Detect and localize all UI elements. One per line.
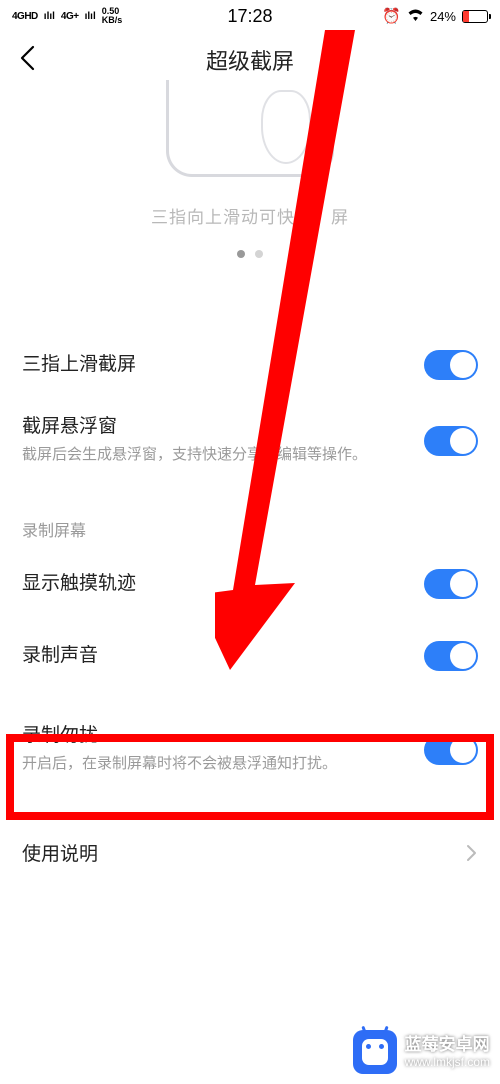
row-record-audio[interactable]: 录制声音	[0, 623, 500, 689]
row-record-dnd[interactable]: 录制勿扰 开启后，在录制屏幕时将不会被悬浮通知打扰。	[0, 707, 500, 790]
watermark-url: www.lmkjsf.com	[405, 1055, 490, 1069]
gesture-caption: 三指向上滑动可快速录屏	[151, 203, 349, 228]
toggle-record-dnd[interactable]	[424, 735, 478, 765]
back-button[interactable]	[18, 44, 38, 77]
status-left: 4GHD ılıl 4G+ ılıl 0.50KB/s	[12, 7, 122, 25]
signal-2-icon: ılıl	[85, 11, 96, 22]
phone-outline-graphic	[166, 80, 334, 177]
row-label: 录制勿扰	[22, 721, 412, 751]
row-label: 使用说明	[22, 840, 454, 870]
row-label: 截屏悬浮窗	[22, 412, 412, 442]
status-time: 17:28	[227, 6, 272, 27]
row-desc: 截屏后会生成悬浮窗，支持快速分享、编辑等操作。	[22, 444, 412, 467]
toggle-three-finger-swipe[interactable]	[424, 350, 478, 380]
chevron-right-icon	[466, 842, 478, 868]
row-usage-guide[interactable]: 使用说明	[0, 822, 500, 888]
row-label: 显示触摸轨迹	[22, 569, 412, 599]
row-touch-trace[interactable]: 显示触摸轨迹	[0, 551, 500, 617]
network-1-label: 4GHD	[12, 11, 38, 22]
gesture-illustration[interactable]: 三指向上滑动可快速录屏	[0, 88, 500, 288]
signal-1-icon: ılıl	[44, 11, 55, 22]
toggle-float-window[interactable]	[424, 426, 478, 456]
watermark-logo-icon	[353, 1030, 397, 1074]
nav-bar: 超级截屏	[0, 32, 500, 88]
wifi-icon	[407, 8, 424, 25]
section-header-record: 录制屏幕	[0, 481, 500, 551]
row-float-window[interactable]: 截屏悬浮窗 截屏后会生成悬浮窗，支持快速分享、编辑等操作。	[0, 398, 500, 481]
pager-dots[interactable]	[237, 250, 263, 258]
network-2-label: 4G+	[61, 11, 79, 22]
alarm-icon: ⏰	[382, 7, 401, 25]
page-title: 超级截屏	[206, 44, 294, 76]
hand-icon	[261, 90, 311, 164]
status-bar: 4GHD ılıl 4G+ ılıl 0.50KB/s 17:28 ⏰ 24%	[0, 0, 500, 32]
watermark: 蓝莓安卓网 www.lmkjsf.com	[353, 1030, 490, 1074]
toggle-touch-trace[interactable]	[424, 569, 478, 599]
status-right: ⏰ 24%	[382, 7, 488, 25]
row-label: 三指上滑截屏	[22, 350, 412, 380]
row-desc: 开启后，在录制屏幕时将不会被悬浮通知打扰。	[22, 753, 412, 776]
battery-percent: 24%	[430, 9, 456, 24]
battery-icon	[462, 10, 488, 23]
row-three-finger-swipe[interactable]: 三指上滑截屏	[0, 332, 500, 398]
row-label: 录制声音	[22, 641, 412, 671]
data-speed: 0.50KB/s	[102, 7, 123, 25]
pager-dot	[255, 250, 263, 258]
toggle-record-audio[interactable]	[424, 641, 478, 671]
watermark-title: 蓝莓安卓网	[405, 1035, 490, 1055]
pager-dot-active	[237, 250, 245, 258]
